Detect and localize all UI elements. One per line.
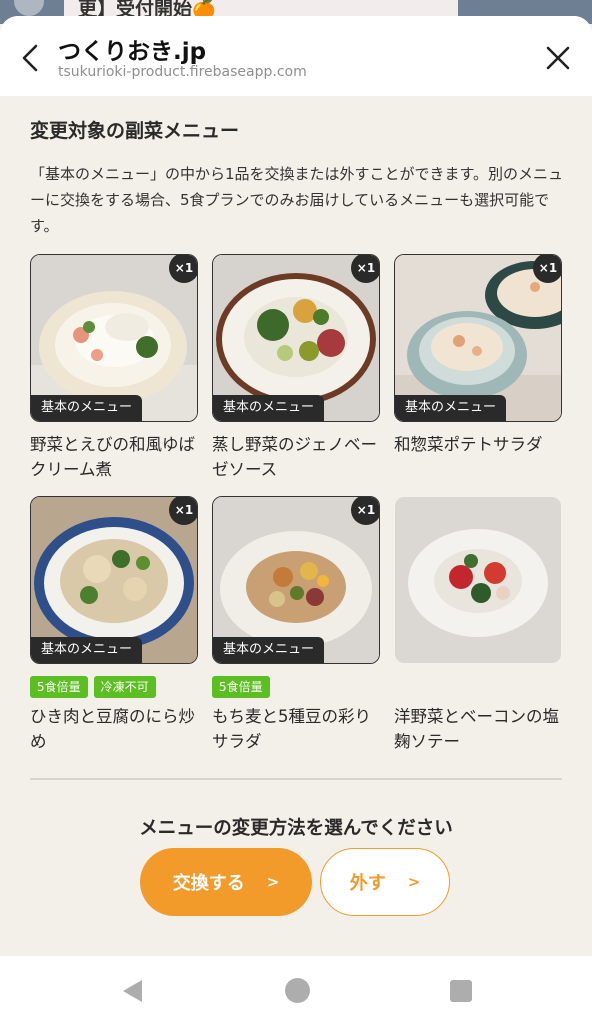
nav-back-icon[interactable] (120, 978, 146, 1008)
browser-sheet: つくりおき.jp tsukurioki-product.firebaseapp.… (0, 16, 592, 956)
remove-button-label: 外す (349, 873, 386, 894)
exchange-button-label: 交換する (172, 873, 245, 894)
basic-menu-tag: 基本のメニュー (395, 395, 507, 421)
remove-button[interactable]: 外す > (320, 848, 450, 916)
menu-photo: ×1 基本のメニュー (212, 254, 380, 422)
site-title: つくりおき.jp (58, 39, 207, 65)
menu-name: 洋野菜とベーコンの塩麹ソテー (394, 707, 559, 751)
nav-home-icon[interactable] (285, 978, 310, 1003)
menu-name: ひき肉と豆腐のにら炒め (30, 707, 195, 751)
chevron-right-icon: > (407, 873, 421, 891)
menu-photo: ×1 基本のメニュー (30, 496, 198, 664)
quantity-badge: ×1 (169, 255, 197, 283)
section-description: 「基本のメニュー」の中から1品を交換または外すことができます。別のメニューに交換… (30, 165, 564, 235)
badge-row: 5食倍量 (212, 676, 380, 698)
menu-photo: ×1 基本のメニュー (212, 496, 380, 664)
menu-card[interactable]: ×1 基本のメニュー 5食倍量 もち麦と5種豆の彩りサラダ (212, 496, 380, 754)
basic-menu-tag: 基本のメニュー (31, 637, 143, 663)
basic-menu-tag: 基本のメニュー (213, 395, 325, 421)
chevron-left-icon (22, 44, 38, 72)
double-portion-badge: 5食倍量 (30, 676, 88, 698)
no-freeze-badge: 冷凍不可 (93, 676, 156, 698)
exchange-button[interactable]: 交換する > (140, 848, 312, 916)
menu-name: 和惣菜ポテトサラダ (394, 435, 543, 454)
choose-method-prompt: メニューの変更方法を選んでください (139, 818, 453, 839)
chevron-right-icon: > (266, 873, 280, 891)
menu-photo (394, 496, 562, 664)
back-button[interactable] (14, 38, 48, 78)
menu-name: もち麦と5種豆の彩りサラダ (212, 707, 371, 751)
nav-recents-icon[interactable] (450, 980, 472, 1002)
badge-row: 5食倍量 冷凍不可 (30, 676, 198, 698)
close-icon (546, 46, 570, 70)
menu-name: 蒸し野菜のジェノベーゼソース (212, 435, 377, 479)
double-portion-badge: 5食倍量 (212, 676, 270, 698)
quantity-badge: ×1 (169, 497, 197, 525)
basic-menu-tag: 基本のメニュー (213, 637, 325, 663)
basic-menu-tag: 基本のメニュー (31, 395, 143, 421)
browser-topbar: つくりおき.jp tsukurioki-product.firebaseapp.… (0, 16, 592, 96)
menu-card[interactable]: ×1 基本のメニュー 和惣菜ポテトサラダ (394, 254, 562, 457)
close-button[interactable] (540, 40, 576, 76)
divider (30, 778, 562, 780)
menu-card[interactable]: ×1 基本のメニュー 蒸し野菜のジェノベーゼソース (212, 254, 380, 482)
quantity-badge: ×1 (351, 255, 379, 283)
quantity-badge: ×1 (351, 497, 379, 525)
menu-card[interactable]: 洋野菜とベーコンの塩麹ソテー (394, 496, 562, 754)
site-url: tsukurioki-product.firebaseapp.com (58, 64, 307, 80)
quantity-badge: ×1 (533, 255, 561, 283)
menu-photo: ×1 基本のメニュー (30, 254, 198, 422)
menu-card[interactable]: ×1 基本のメニュー 5食倍量 冷凍不可 ひき肉と豆腐のにら炒め (30, 496, 198, 754)
section-title: 変更対象の副菜メニュー (30, 120, 240, 142)
menu-name: 野菜とえびの和風ゆばクリーム煮 (30, 435, 195, 479)
menu-photo: ×1 基本のメニュー (394, 254, 562, 422)
menu-card[interactable]: ×1 基本のメニュー 野菜とえびの和風ゆばクリーム煮 (30, 254, 198, 482)
